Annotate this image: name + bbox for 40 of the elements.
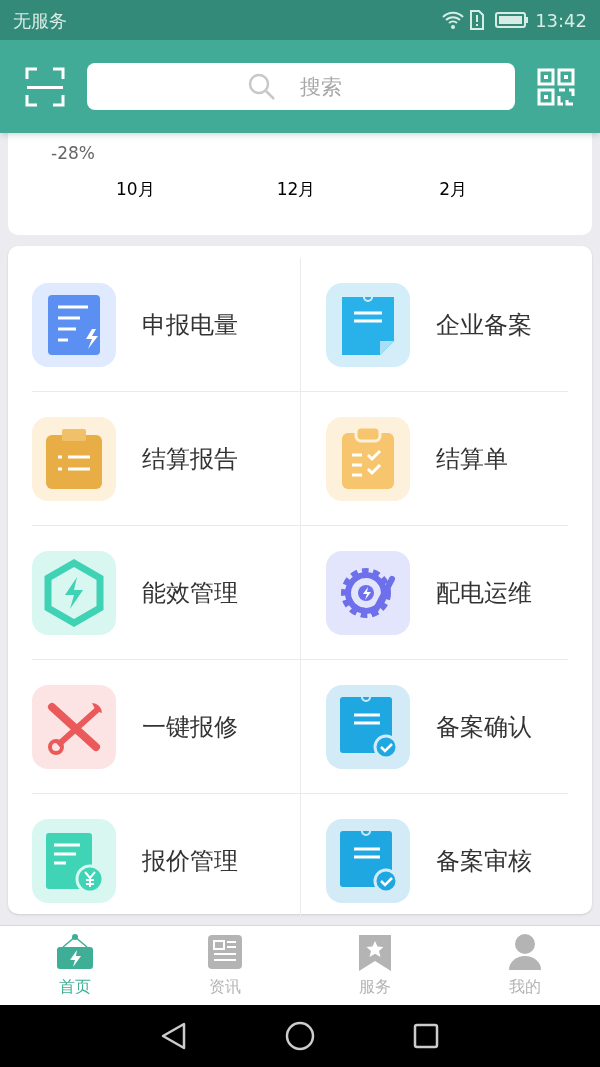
recents-icon[interactable] [413, 1023, 439, 1049]
axis-label: -28% [51, 142, 95, 165]
service-tile[interactable] [32, 819, 116, 903]
clock-text: 13:42 [535, 8, 587, 33]
battery-icon [495, 11, 530, 29]
service-label[interactable]: 备案确认 [436, 708, 532, 745]
sim-alert-icon [469, 10, 486, 30]
service-tile[interactable] [326, 819, 410, 903]
newspaper-icon [207, 932, 243, 971]
service-tile[interactable] [326, 684, 410, 769]
axis-label: 12月 [276, 178, 316, 201]
service-tile[interactable] [32, 550, 116, 635]
service-label[interactable]: 结算单 [436, 440, 508, 477]
home-icon[interactable] [285, 1021, 315, 1051]
service-tile[interactable] [326, 550, 410, 635]
service-tile[interactable] [32, 684, 116, 769]
service-tile[interactable] [326, 416, 410, 501]
service-label[interactable]: 能效管理 [142, 574, 238, 611]
service-label[interactable]: 配电运维 [436, 574, 532, 611]
service-tile[interactable] [326, 282, 410, 367]
carrier-text: 无服务 [13, 8, 67, 33]
search-icon [248, 73, 276, 101]
bookmark-star-icon [358, 932, 392, 971]
service-label[interactable]: 报价管理 [142, 843, 238, 879]
service-label[interactable]: 一键报修 [142, 708, 238, 745]
service-label[interactable]: 结算报告 [142, 440, 238, 477]
service-label[interactable]: 申报电量 [142, 306, 238, 343]
qr-code-icon[interactable] [537, 67, 575, 106]
scan-icon[interactable] [25, 66, 65, 107]
search-field[interactable]: 搜索 [87, 63, 515, 110]
person-icon [508, 932, 542, 971]
service-label[interactable]: 企业备案 [436, 306, 532, 343]
back-icon[interactable] [161, 1022, 187, 1050]
service-tile[interactable] [32, 282, 116, 367]
service-label[interactable]: 备案审核 [436, 843, 532, 879]
axis-label: 10月 [116, 178, 155, 201]
service-tile[interactable] [32, 416, 116, 501]
axis-label: 2月 [439, 178, 468, 201]
wifi-icon [441, 10, 466, 30]
signboard-bolt-icon [55, 932, 95, 971]
